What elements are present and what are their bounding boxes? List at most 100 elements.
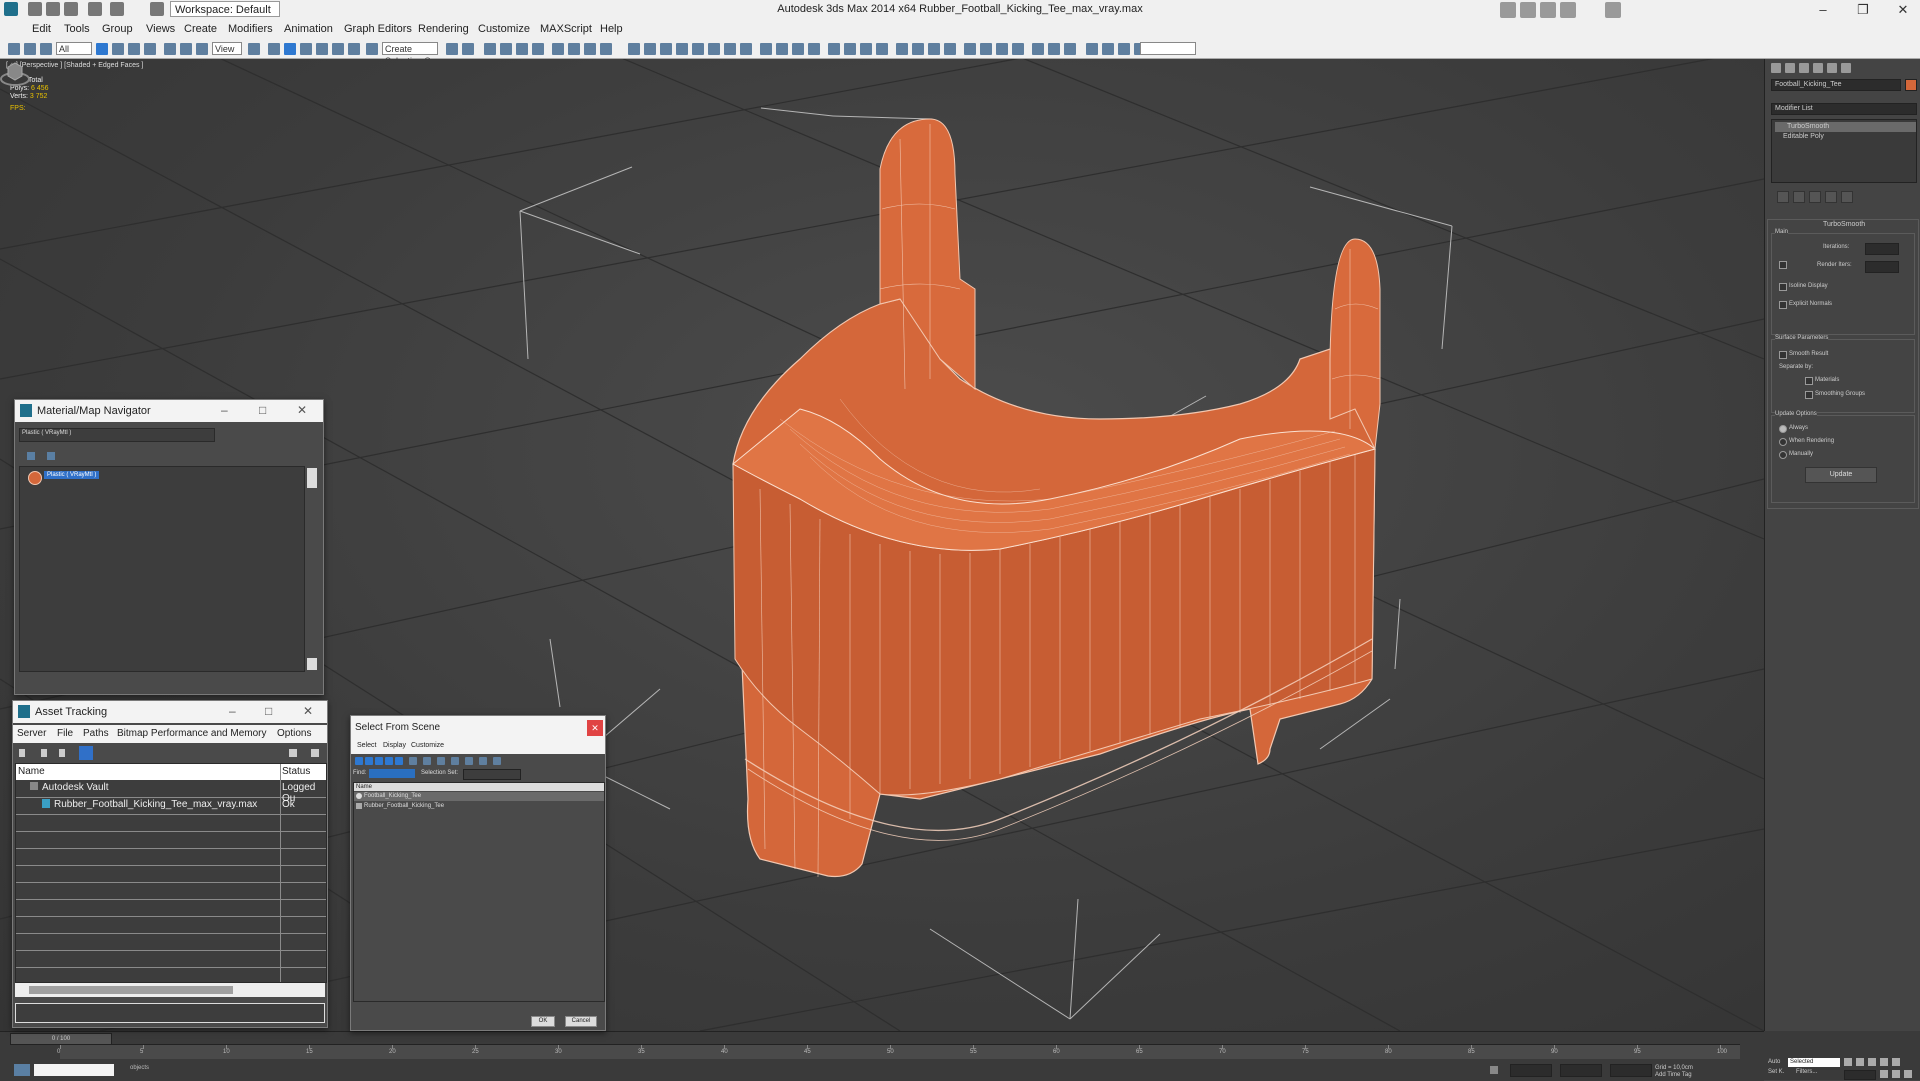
extra-tool-10-icon[interactable] xyxy=(912,43,924,55)
smoothing-groups-checkbox[interactable] xyxy=(1805,391,1813,399)
extra-tool-11-icon[interactable] xyxy=(928,43,940,55)
star-icon[interactable] xyxy=(1560,2,1576,18)
display-lights-icon[interactable] xyxy=(375,757,383,765)
set-key-label[interactable]: Set K. xyxy=(1768,1069,1784,1075)
angle-snap-icon[interactable] xyxy=(316,43,328,55)
rotate-icon[interactable] xyxy=(180,43,192,55)
scale-icon[interactable] xyxy=(196,43,208,55)
view-small-icons-icon[interactable] xyxy=(47,452,55,460)
extra-tool-19-icon[interactable] xyxy=(1064,43,1076,55)
menu-views[interactable]: Views xyxy=(146,23,175,35)
when-rendering-radio[interactable] xyxy=(1779,438,1787,446)
render-production-icon[interactable] xyxy=(600,43,612,55)
extra-tool-3-icon[interactable] xyxy=(792,43,804,55)
close-icon[interactable]: ✕ xyxy=(587,720,603,736)
modifier-list-dropdown[interactable]: Modifier List xyxy=(1771,103,1917,115)
extra-tool-17-icon[interactable] xyxy=(1032,43,1044,55)
highlight-icon[interactable] xyxy=(311,749,319,757)
menu-animation[interactable]: Animation xyxy=(284,23,333,35)
x-coordinate-field[interactable] xyxy=(1510,1064,1552,1077)
bind-space-warp-icon[interactable] xyxy=(40,43,52,55)
next-frame-icon[interactable] xyxy=(1880,1058,1888,1066)
display-cameras-icon[interactable] xyxy=(385,757,393,765)
table-row[interactable]: Autodesk Vault Logged Ou xyxy=(16,780,326,804)
filter-icon[interactable] xyxy=(493,757,501,765)
display-tab-icon[interactable] xyxy=(1827,63,1837,73)
maximize-icon[interactable]: □ xyxy=(265,704,272,718)
extra-tool-8-icon[interactable] xyxy=(876,43,888,55)
select-invert-icon[interactable] xyxy=(465,757,473,765)
extra-tool-5-icon[interactable] xyxy=(828,43,840,55)
menu-graph-editors[interactable]: Graph Editors xyxy=(344,23,412,35)
isoline-checkbox[interactable] xyxy=(1779,283,1787,291)
viewcube-icon[interactable] xyxy=(0,59,30,89)
select-by-name-icon[interactable] xyxy=(112,43,124,55)
help-icon[interactable] xyxy=(1605,2,1621,18)
select-manipulate-icon[interactable] xyxy=(268,43,280,55)
horizontal-scrollbar[interactable] xyxy=(15,983,325,997)
minimize-icon[interactable]: – xyxy=(229,704,236,718)
vray-light-icon[interactable] xyxy=(660,43,672,55)
vray-proxy-icon[interactable] xyxy=(724,43,736,55)
tree-scroll-end[interactable] xyxy=(307,658,317,670)
menu-server[interactable]: Server xyxy=(17,728,46,739)
vray-sun-icon[interactable] xyxy=(676,43,688,55)
find-field[interactable] xyxy=(369,769,415,778)
window-crossing-icon[interactable] xyxy=(144,43,156,55)
menu-edit[interactable]: Edit xyxy=(32,23,51,35)
list-item[interactable]: Football_Kicking_Tee xyxy=(354,792,604,801)
add-time-tag[interactable]: Add Time Tag xyxy=(1655,1072,1692,1078)
selection-filter-dropdown[interactable]: All xyxy=(56,42,92,55)
menu-file[interactable]: File xyxy=(57,728,73,739)
hierarchy-tab-icon[interactable] xyxy=(1799,63,1809,73)
minimize-icon[interactable]: – xyxy=(221,403,228,417)
search-icon[interactable] xyxy=(1500,2,1516,18)
close-icon[interactable]: ✕ xyxy=(303,704,313,718)
keyboard-shortcut-icon[interactable] xyxy=(284,43,296,55)
menu-options[interactable]: Options xyxy=(277,728,311,739)
create-tab-icon[interactable] xyxy=(1771,63,1781,73)
materials-checkbox[interactable] xyxy=(1805,377,1813,385)
vray-toolbar-icon[interactable] xyxy=(628,43,640,55)
extra-tool-6-icon[interactable] xyxy=(844,43,856,55)
select-object-icon[interactable] xyxy=(96,43,108,55)
object-color-swatch[interactable] xyxy=(1905,79,1917,91)
select-link-icon[interactable] xyxy=(8,43,20,55)
object-name-field[interactable]: Football_Kicking_Tee xyxy=(1771,79,1901,91)
extra-tool-2-icon[interactable] xyxy=(776,43,788,55)
pin-stack-icon[interactable] xyxy=(1777,191,1789,203)
material-name-field[interactable]: Plastic ( VRayMtl ) xyxy=(19,428,215,442)
extra-tool-16-icon[interactable] xyxy=(1012,43,1024,55)
material-navigator-titlebar[interactable]: Material/Map Navigator – □ ✕ xyxy=(15,400,323,422)
extra-tool-7-icon[interactable] xyxy=(860,43,872,55)
go-to-start-icon[interactable] xyxy=(1844,1058,1852,1066)
select-none-icon[interactable] xyxy=(451,757,459,765)
display-spacewarps-icon[interactable] xyxy=(409,757,417,765)
manually-radio[interactable] xyxy=(1779,451,1787,459)
extra-tool-1-icon[interactable] xyxy=(760,43,772,55)
list-item[interactable]: Rubber_Football_Kicking_Tee xyxy=(354,802,604,811)
explicit-normals-checkbox[interactable] xyxy=(1779,301,1787,309)
curve-editor-icon[interactable] xyxy=(516,43,528,55)
edit-named-selection-icon[interactable] xyxy=(366,43,378,55)
menu-tools[interactable]: Tools xyxy=(64,23,90,35)
material-editor-icon[interactable] xyxy=(552,43,564,55)
cancel-button[interactable]: Cancel xyxy=(565,1016,597,1027)
display-geometry-icon[interactable] xyxy=(355,757,363,765)
key-filter-dropdown[interactable]: Selected xyxy=(1788,1058,1840,1067)
scrollbar-thumb[interactable] xyxy=(29,986,233,994)
spinner-snap-icon[interactable] xyxy=(348,43,360,55)
play-icon[interactable] xyxy=(1868,1058,1876,1066)
asset-tracking-titlebar[interactable]: Asset Tracking – □ ✕ xyxy=(13,701,327,723)
key-filters-button[interactable]: Filters... xyxy=(1796,1069,1817,1075)
rectangular-selection-icon[interactable] xyxy=(128,43,140,55)
menu-customize[interactable]: Customize xyxy=(478,23,530,35)
display-helpers-icon[interactable] xyxy=(395,757,403,765)
menu-display[interactable]: Display xyxy=(383,742,406,749)
menu-maxscript[interactable]: MAXScript xyxy=(540,23,592,35)
previous-frame-icon[interactable] xyxy=(1856,1058,1864,1066)
y-coordinate-field[interactable] xyxy=(1560,1064,1602,1077)
pan-icon[interactable] xyxy=(1892,1070,1900,1078)
rendered-frame-icon[interactable] xyxy=(584,43,596,55)
orbit-icon[interactable] xyxy=(1904,1070,1912,1078)
